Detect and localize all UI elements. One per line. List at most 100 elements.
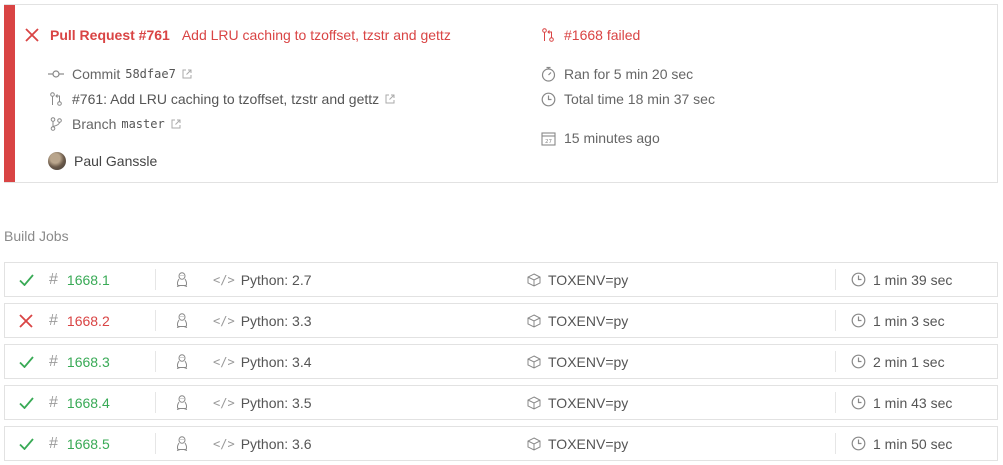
clock-icon xyxy=(851,272,866,287)
pull-request-title-link[interactable]: Add LRU caching to tzoffset, tzstr and g… xyxy=(182,27,451,43)
cube-icon xyxy=(527,354,541,369)
job-env: TOXENV=py xyxy=(548,353,629,370)
hash-icon: # xyxy=(49,393,58,411)
build-job-row[interactable]: # 1668.2 </> Python: 3.3 TOXENV=py 1 min… xyxy=(4,303,998,338)
build-job-row[interactable]: # 1668.4 </> Python: 3.5 TOXENV=py 1 min… xyxy=(4,385,998,420)
commit-icon xyxy=(48,66,64,82)
job-env: TOXENV=py xyxy=(548,394,629,411)
linux-icon xyxy=(175,312,189,329)
code-icon: </> xyxy=(213,354,235,369)
build-number-link[interactable]: #1668 failed xyxy=(564,27,640,43)
divider xyxy=(835,433,836,454)
failed-status-stripe xyxy=(4,5,15,182)
linux-icon xyxy=(175,435,189,452)
x-icon xyxy=(19,304,39,337)
clock-icon xyxy=(540,91,556,107)
code-icon: </> xyxy=(213,272,235,287)
calendar-icon: 27 xyxy=(540,130,556,146)
external-link-icon[interactable] xyxy=(171,119,181,129)
author-row: Paul Ganssle xyxy=(48,151,157,171)
divider xyxy=(835,392,836,413)
job-language: Python: 3.3 xyxy=(240,312,312,329)
ran-for-row: Ran for 5 min 20 sec xyxy=(540,65,693,83)
pull-request-icon xyxy=(48,91,64,107)
build-job-row[interactable]: # 1668.1 </> Python: 2.7 TOXENV=py 1 min… xyxy=(4,262,998,297)
job-env: TOXENV=py xyxy=(548,271,629,288)
branch-label: Branch xyxy=(72,116,117,132)
pull-request-link[interactable]: Pull Request #761 xyxy=(50,27,170,43)
job-duration: 1 min 50 sec xyxy=(873,435,953,452)
cube-icon xyxy=(527,313,541,328)
finished-ago-text: 15 minutes ago xyxy=(564,130,660,146)
job-language: Python: 3.4 xyxy=(240,353,312,370)
commit-row: Commit 58dfae7 xyxy=(48,65,192,83)
x-icon xyxy=(24,27,40,43)
check-icon xyxy=(19,345,39,378)
check-icon xyxy=(19,263,39,296)
pull-request-description-link[interactable]: #761: Add LRU caching to tzoffset, tzstr… xyxy=(72,91,379,107)
job-language: Python: 3.6 xyxy=(240,435,312,452)
cube-icon xyxy=(527,436,541,451)
build-jobs-list: # 1668.1 </> Python: 2.7 TOXENV=py 1 min… xyxy=(4,262,998,465)
job-number-link[interactable]: 1668.3 xyxy=(67,354,110,370)
build-title: Pull Request #761 Add LRU caching to tzo… xyxy=(24,25,451,45)
hash-icon: # xyxy=(49,311,58,329)
branch-name-link[interactable]: master xyxy=(121,117,164,131)
hash-icon: # xyxy=(49,434,58,452)
job-number-link[interactable]: 1668.2 xyxy=(67,313,110,329)
job-number-link[interactable]: 1668.1 xyxy=(67,272,110,288)
divider xyxy=(835,310,836,331)
divider xyxy=(835,351,836,372)
clock-icon xyxy=(851,395,866,410)
divider xyxy=(155,310,156,331)
linux-icon xyxy=(175,271,189,288)
job-number-link[interactable]: 1668.4 xyxy=(67,395,110,411)
divider xyxy=(835,269,836,290)
clock-icon xyxy=(851,313,866,328)
external-link-icon[interactable] xyxy=(385,94,395,104)
branch-row: Branch master xyxy=(48,115,181,133)
branch-icon xyxy=(48,116,64,132)
build-summary-card: Pull Request #761 Add LRU caching to tzo… xyxy=(4,4,998,183)
job-duration: 1 min 3 sec xyxy=(873,312,945,329)
svg-text:27: 27 xyxy=(545,139,552,145)
cube-icon xyxy=(527,272,541,287)
build-job-row[interactable]: # 1668.3 </> Python: 3.4 TOXENV=py 2 min… xyxy=(4,344,998,379)
linux-icon xyxy=(175,394,189,411)
build-status-row: #1668 failed xyxy=(540,25,640,45)
clock-icon xyxy=(851,436,866,451)
code-icon: </> xyxy=(213,436,235,451)
code-icon: </> xyxy=(213,313,235,328)
code-icon: </> xyxy=(213,395,235,410)
job-duration: 2 min 1 sec xyxy=(873,353,945,370)
hash-icon: # xyxy=(49,270,58,288)
clock-icon xyxy=(851,354,866,369)
check-icon xyxy=(19,386,39,419)
total-time-text: Total time 18 min 37 sec xyxy=(564,91,715,107)
build-job-row[interactable]: # 1668.5 </> Python: 3.6 TOXENV=py 1 min… xyxy=(4,426,998,461)
hash-icon: # xyxy=(49,352,58,370)
avatar xyxy=(48,152,66,170)
job-number-link[interactable]: 1668.5 xyxy=(67,436,110,452)
external-link-icon[interactable] xyxy=(182,69,192,79)
job-duration: 1 min 43 sec xyxy=(873,394,953,411)
finished-ago-row: 27 15 minutes ago xyxy=(540,129,660,147)
cube-icon xyxy=(527,395,541,410)
divider xyxy=(155,269,156,290)
divider xyxy=(155,392,156,413)
author-name: Paul Ganssle xyxy=(74,153,158,169)
divider xyxy=(155,351,156,372)
build-jobs-heading: Build Jobs xyxy=(4,228,69,244)
job-language: Python: 3.5 xyxy=(240,394,312,411)
divider xyxy=(155,433,156,454)
check-icon xyxy=(19,427,39,460)
linux-icon xyxy=(175,353,189,370)
ran-for-text: Ran for 5 min 20 sec xyxy=(564,66,694,82)
job-duration: 1 min 39 sec xyxy=(873,271,953,288)
pull-request-icon xyxy=(540,27,556,43)
job-language: Python: 2.7 xyxy=(240,271,312,288)
job-env: TOXENV=py xyxy=(548,435,629,452)
pull-request-row: #761: Add LRU caching to tzoffset, tzstr… xyxy=(48,90,395,108)
job-env: TOXENV=py xyxy=(548,312,629,329)
commit-sha-link[interactable]: 58dfae7 xyxy=(125,67,176,81)
